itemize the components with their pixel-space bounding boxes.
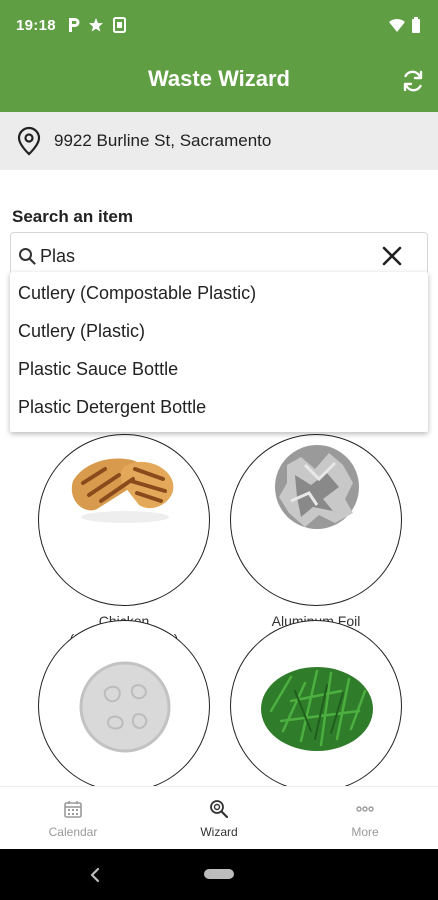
search-wizard-icon <box>210 800 229 819</box>
parking-p-icon <box>69 18 80 32</box>
item-image-grass <box>230 620 402 792</box>
suggestion-item[interactable]: Cutlery (Compostable Plastic) <box>10 276 428 314</box>
status-time: 19:18 <box>16 17 56 34</box>
page-title: Waste Wizard <box>147 66 290 91</box>
item-image-aluminum-foil <box>230 434 402 606</box>
search-input[interactable] <box>40 241 370 271</box>
suggestion-item[interactable]: Cutlery (Plastic) <box>10 314 428 352</box>
nav-wizard[interactable]: Wizard <box>146 787 292 850</box>
suggestion-item[interactable]: Plastic Sauce Bottle <box>10 352 428 390</box>
star-icon <box>89 18 103 32</box>
close-icon[interactable] <box>381 245 403 267</box>
item-image-chicken <box>38 434 210 606</box>
nav-label-calendar: Calendar <box>48 825 98 839</box>
wifi-icon <box>389 18 405 32</box>
sim-card-icon <box>113 17 126 33</box>
location-pin-icon <box>17 126 41 156</box>
more-dots-icon <box>356 806 374 812</box>
item-tile-chicken[interactable]: Chicken (Including Bones) <box>38 434 210 648</box>
item-image-tablet <box>38 620 210 792</box>
nav-label-wizard: Wizard <box>200 825 238 839</box>
search-label: Search an item <box>12 207 133 226</box>
suggestion-item[interactable]: Plastic Detergent Bottle <box>10 390 428 428</box>
item-tile-4[interactable] <box>230 620 402 792</box>
address-text: 9922 Burline St, Sacramento <box>54 131 272 150</box>
status-bar: 19:18 <box>0 0 438 52</box>
refresh-icon[interactable] <box>400 68 426 94</box>
item-tile-3[interactable] <box>38 620 210 792</box>
search-icon <box>19 248 36 265</box>
nav-calendar[interactable]: Calendar <box>0 787 146 850</box>
back-chevron-icon[interactable] <box>88 866 102 884</box>
address-bar[interactable]: 9922 Burline St, Sacramento <box>0 112 438 170</box>
nav-label-more: More <box>351 825 379 839</box>
battery-icon <box>412 17 420 33</box>
suggestions-dropdown: Cutlery (Compostable Plastic) Cutlery (P… <box>10 272 428 432</box>
nav-more[interactable]: More <box>292 787 438 850</box>
app-header: 19:18 Waste Wizard <box>0 0 438 112</box>
system-navigation-bar <box>0 849 438 900</box>
calendar-icon <box>64 801 82 818</box>
item-tile-aluminum-foil[interactable]: Aluminum Foil <box>230 434 402 630</box>
bottom-navigation: Calendar Wizard More <box>0 786 438 849</box>
home-pill[interactable] <box>204 869 234 879</box>
